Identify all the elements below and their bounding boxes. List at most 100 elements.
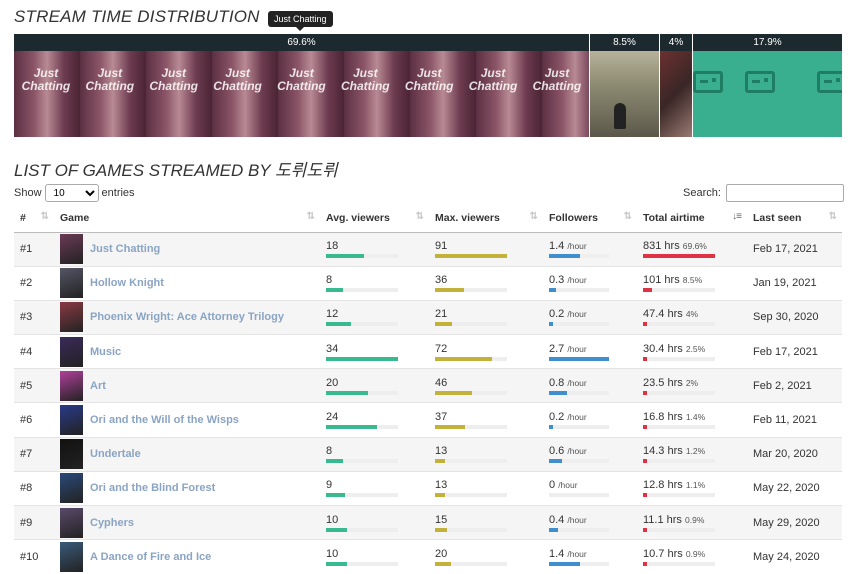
rank: #9 [20,516,33,529]
avg-viewers-bar [326,493,398,498]
avg-viewers-cell: 24 [320,402,429,438]
game-thumbnail[interactable] [60,542,83,573]
total-airtime-cell: 30.4 hrs 2.5% [637,334,747,369]
total-airtime-cell: 47.4 hrs 4% [637,299,747,335]
max-viewers-bar [435,322,507,327]
rank: #10 [20,551,39,564]
stream-time-distribution-bar: 69.6% Just Chatting Just Chatting Just Chatti… [14,34,842,137]
game-cell: Ori and the Will of the Wisps [54,402,320,438]
airtime-bar [643,254,715,259]
game-thumbnail[interactable] [60,268,83,299]
max-viewers-bar [435,493,507,498]
game-cell: Ori and the Blind Forest [54,470,320,506]
game-cell: A Dance of Fire and Ice [54,539,320,574]
sort-icon: ⇅ [40,211,49,222]
just-chatting-logo: Just Chatting [21,66,71,93]
avg-viewers-value: 34 [326,342,339,355]
hrs-unit: hrs [667,479,683,492]
total-airtime-cell: 23.5 hrs 2% [637,368,747,403]
airtime-hours: 23.5 [643,376,665,389]
airtime-percent: 8.5% [682,275,703,286]
game-thumbnail[interactable] [60,234,83,265]
max-viewers-value: 15 [435,513,448,526]
last-seen-date: Feb 17, 2021 [753,345,818,358]
game-link[interactable]: Art [90,380,106,392]
airtime-hours: 14.3 [643,445,665,458]
airtime-percent: 1.2% [685,446,706,457]
followers-value: 0.2 [549,411,565,424]
game-link[interactable]: A Dance of Fire and Ice [90,551,211,563]
game-thumbnail[interactable] [60,405,83,436]
max-viewers-value: 36 [435,274,448,287]
game-thumbnail[interactable] [60,507,83,538]
avg-viewers-value: 8 [326,274,333,287]
game-link[interactable]: Cyphers [90,517,134,529]
max-viewers-bar [435,356,507,361]
avg-viewers-bar [326,322,398,327]
game-link[interactable]: Just Chatting [90,243,160,255]
hollow-knight-art [590,51,659,137]
game-thumbnail[interactable] [60,302,83,333]
rank: #1 [20,243,33,256]
table-row: #5 Art 20 46 0.8 /hour 23.5 hrs 2% Feb 2, 2021 [14,368,842,403]
followers-value: 1.4 [549,548,565,561]
game-thumbnail[interactable] [60,473,83,504]
search-label: Search: [683,187,721,199]
avg-viewers-bar [326,562,398,567]
game-link[interactable]: Undertale [90,448,141,460]
followers-value: 0.2 [549,308,565,321]
distribution-segment-other[interactable]: 17.9% [693,34,842,137]
max-viewers-bar [435,390,507,395]
hrs-unit: hrs [664,274,680,287]
column-header-max-viewers[interactable]: Max. viewers ⇅ [429,204,543,233]
followers-bar [549,527,609,532]
segment-tooltip: Just Chatting [268,11,333,31]
hrs-unit: hrs [667,445,683,458]
followers-bar [549,356,609,361]
game-link[interactable]: Music [90,346,121,358]
avg-viewers-bar [326,356,398,361]
airtime-bar [643,493,715,498]
column-header-total-airtime[interactable]: Total airtime ↓≡ [637,204,747,233]
last-seen-date: Sep 30, 2020 [753,311,819,324]
rank-cell: #8 [14,470,54,506]
game-thumbnail[interactable] [60,370,83,401]
column-header-game[interactable]: Game ⇅ [54,204,320,233]
max-viewers-value: 91 [435,240,448,253]
column-header-rank[interactable]: # ⇅ [14,204,54,233]
avg-viewers-value: 24 [326,411,339,424]
avg-viewers-cell: 9 [320,470,429,506]
column-header-followers[interactable]: Followers ⇅ [543,204,637,233]
game-cell: Just Chatting [54,231,320,267]
just-chatting-logo-repeat: Just Chatting Just Chatting Just Chatting Just… [14,67,589,93]
max-viewers-cell: 20 [429,539,543,574]
avg-viewers-bar [326,425,398,430]
search-input[interactable] [725,184,844,202]
game-thumbnail[interactable] [60,439,83,470]
per-hour-unit: /hour [567,275,587,286]
entries-select[interactable]: 10 [44,184,99,202]
followers-value: 2.7 [549,342,565,355]
game-link[interactable]: Ori and the Blind Forest [90,482,215,494]
last-seen-cell: Feb 17, 2021 [747,231,842,267]
avg-viewers-value: 18 [326,240,339,253]
avg-viewers-cell: 10 [320,539,429,574]
followers-bar [549,288,609,293]
rank-cell: #2 [14,265,54,301]
game-link[interactable]: Phoenix Wright: Ace Attorney Trilogy [90,311,284,323]
distribution-segment-hollow-knight[interactable]: 8.5% [590,34,660,137]
game-link[interactable]: Hollow Knight [90,277,164,289]
airtime-bar [643,322,715,327]
segment-percent-label: 17.9% [693,34,842,51]
game-cell: Cyphers [54,504,320,540]
sort-icon: ⇅ [529,211,538,222]
column-header-last-seen[interactable]: Last seen ⇅ [747,204,842,233]
column-header-avg-viewers[interactable]: Avg. viewers ⇅ [320,204,429,233]
airtime-bar [643,356,715,361]
game-thumbnail[interactable] [60,336,83,367]
game-link[interactable]: Ori and the Will of the Wisps [90,414,239,426]
just-chatting-logo: Just Chatting [85,66,135,93]
distribution-segment-phoenix-wright[interactable]: 4% [660,34,693,137]
avg-viewers-value: 10 [326,548,339,561]
distribution-segment-just-chatting[interactable]: 69.6% Just Chatting Just Chatting Just Chatti… [14,34,590,137]
